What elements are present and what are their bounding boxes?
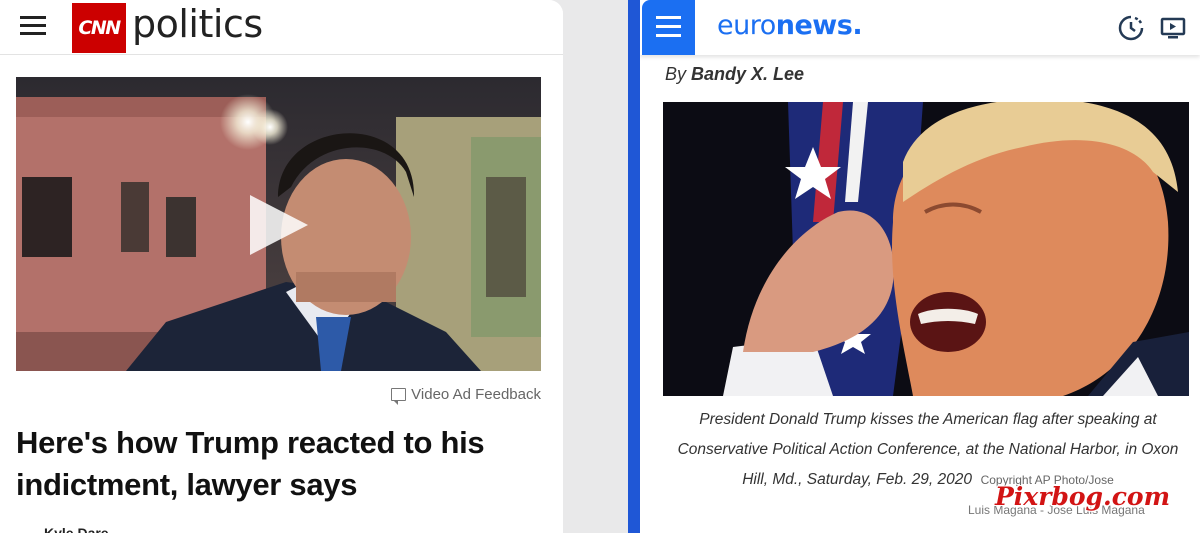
menu-icon[interactable] <box>642 0 695 55</box>
live-tv-icon[interactable] <box>1160 15 1186 41</box>
byline-prefix: By <box>665 64 687 84</box>
cnn-logo[interactable]: CNN <box>72 3 126 53</box>
ad-feedback-label: Video Ad Feedback <box>411 386 541 403</box>
article-headline[interactable]: Here's how Trump reacted to his indictme… <box>16 422 546 506</box>
feedback-icon <box>391 388 407 405</box>
euronews-logo[interactable]: euronews. <box>717 10 863 41</box>
cnn-header: CNN politics <box>0 0 563 55</box>
trump-flag-image <box>663 102 1189 396</box>
logo-euro: euro <box>717 10 776 41</box>
latest-clock-icon[interactable] <box>1118 15 1144 41</box>
hamburger-menu-icon[interactable] <box>20 14 46 36</box>
article-photo <box>663 102 1189 396</box>
euronews-article-panel: euronews. By Bandy X. Lee President Dona… <box>628 0 1200 533</box>
logo-news: news <box>775 10 853 41</box>
article-byline: By Bandy X. Lee <box>665 64 804 85</box>
cnn-article-panel: CNN politics Video Ad Feedback Here's ho… <box>0 0 563 533</box>
logo-dot: . <box>852 10 863 41</box>
video-thumbnail <box>16 77 541 371</box>
byline-author[interactable]: Bandy X. Lee <box>691 64 804 84</box>
video-player[interactable] <box>16 77 541 371</box>
article-author[interactable]: Kyle Dare... <box>44 525 120 533</box>
video-ad-feedback-link[interactable]: Video Ad Feedback <box>391 386 541 405</box>
euronews-header: euronews. <box>640 0 1200 55</box>
site-watermark: Pixrbog.com <box>995 482 1171 511</box>
section-title[interactable]: politics <box>132 2 263 46</box>
